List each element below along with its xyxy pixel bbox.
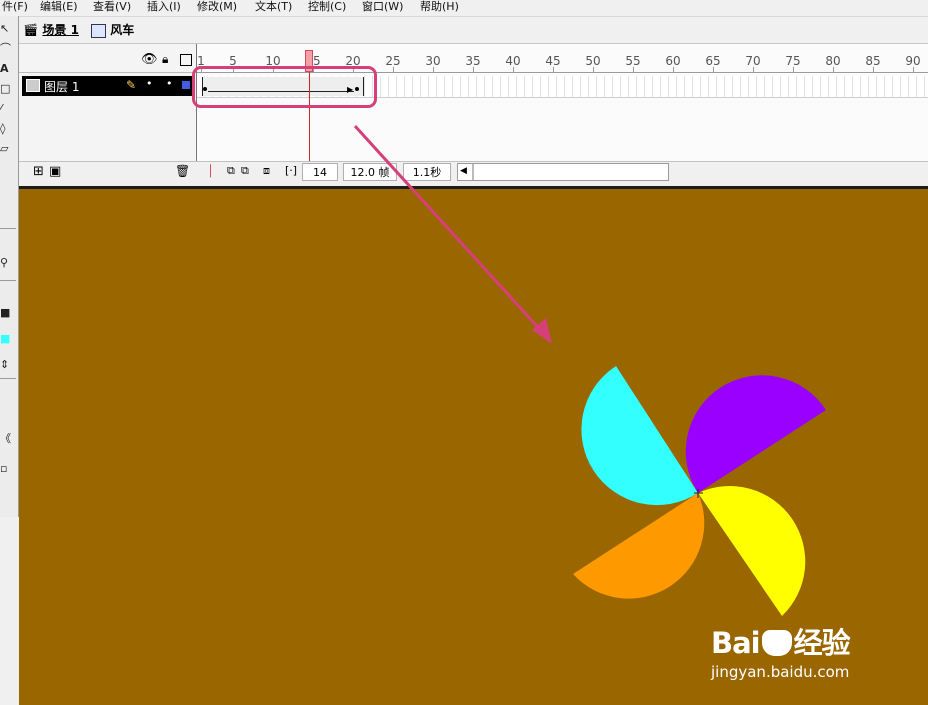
stage-drawing: [353, 124, 826, 616]
pinwheel-blade-yellow: [698, 485, 806, 616]
pinwheel-blade-orange: [573, 493, 705, 599]
watermark-url: jingyan.baidu.com: [711, 663, 850, 681]
watermark-logo-text: Bai 经验: [711, 626, 851, 660]
annotation-highlight-box: [192, 66, 377, 108]
paw-icon: [761, 630, 792, 656]
annotation-arrow: [353, 124, 546, 336]
pinwheel-blade-purple: [685, 375, 826, 493]
pinwheel-blade-cyan: [581, 366, 698, 506]
baidu-jingyan-watermark: Bai 经验 jingyan.baidu.com: [705, 616, 925, 686]
